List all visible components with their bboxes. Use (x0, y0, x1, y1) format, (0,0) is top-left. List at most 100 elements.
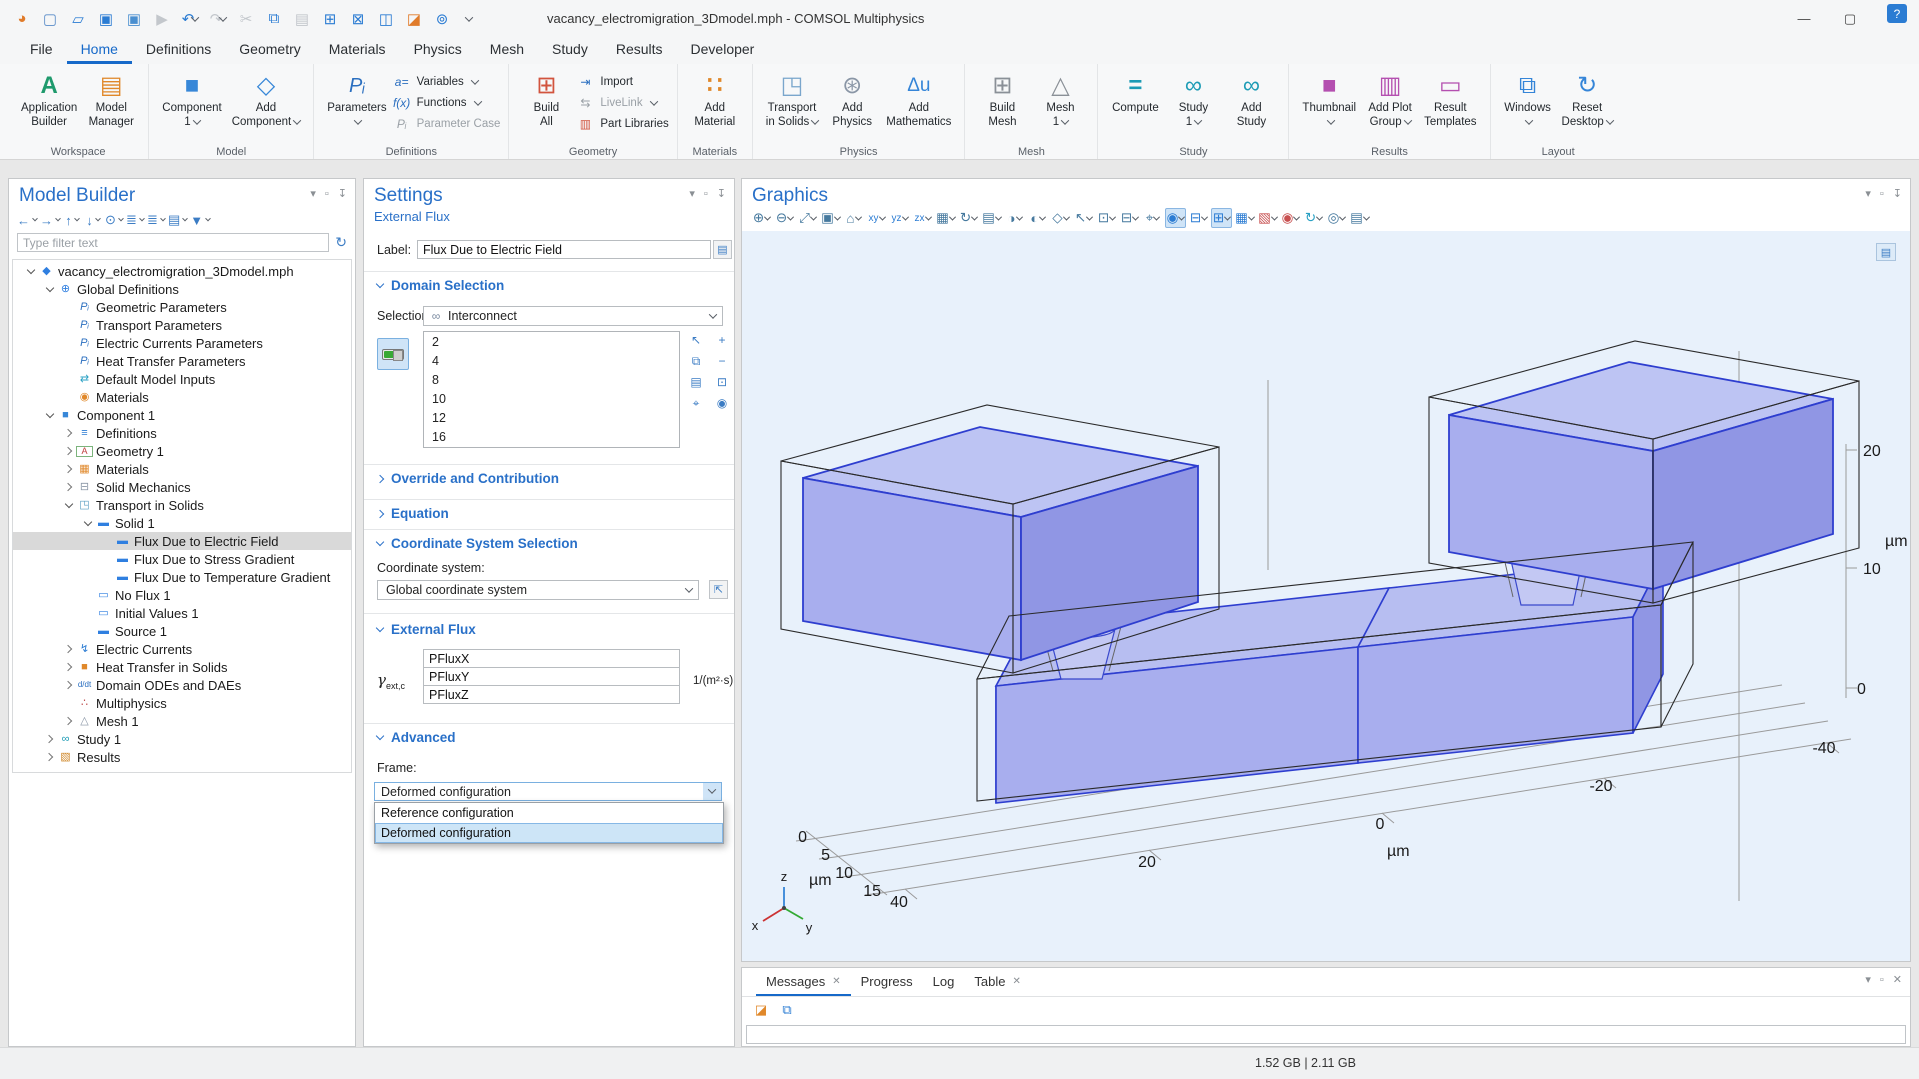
qat-icon[interactable]: ✂ (234, 7, 258, 31)
float-panel-icon[interactable]: ▫ (1880, 975, 1884, 986)
tree-item[interactable]: ⊟ Solid Mechanics (13, 478, 351, 496)
paste-icon[interactable]: ▤ (686, 373, 706, 391)
tab-progress[interactable]: Progress (851, 968, 923, 996)
dropdown-option[interactable]: Reference configuration (375, 803, 723, 823)
show-grid-icon[interactable]: ▦ (1234, 208, 1255, 228)
default-3d-view-icon[interactable]: ⌂ (843, 208, 864, 228)
qat-icon[interactable]: ▣ (122, 7, 146, 31)
add-material-button[interactable]: ∷ AddMaterial (686, 67, 744, 132)
tree-expander-icon[interactable] (44, 733, 57, 746)
tree-expander-icon[interactable] (44, 283, 57, 296)
compute-button[interactable]: = Compute (1106, 67, 1164, 118)
tree-expander-icon[interactable] (25, 265, 38, 278)
wireframe-icon[interactable]: ◇ (1050, 208, 1071, 228)
selection-dropdown[interactable]: ∞ Interconnect (423, 306, 723, 326)
tree-expander-icon[interactable] (63, 661, 76, 674)
tree-item[interactable]: Pᵢ Electric Currents Parameters (13, 334, 351, 352)
panel-menu-icon[interactable]: ▾ (1865, 975, 1871, 986)
messages-output-area[interactable] (746, 1025, 1906, 1044)
zoom-in-icon[interactable]: ⊕ (751, 208, 772, 228)
qat-icon[interactable]: ▣ (94, 7, 118, 31)
tree-item[interactable]: ◳ Transport in Solids (13, 496, 351, 514)
external-flux-z-input[interactable] (423, 685, 680, 704)
import-button[interactable]: ⇥Import (575, 73, 668, 91)
zx-view-icon[interactable]: zx (912, 208, 933, 228)
tree-item[interactable]: ▬ Flux Due to Electric Field (13, 532, 351, 550)
qat-icon[interactable]: ⊠ (346, 7, 370, 31)
dropdown-option[interactable]: Deformed configuration (375, 823, 723, 843)
deselect-icon[interactable]: ⊟ (1119, 208, 1140, 228)
panel-menu-icon[interactable]: ▾ (689, 189, 695, 200)
xy-view-icon[interactable]: xy (866, 208, 887, 228)
tree-expander-icon[interactable] (63, 319, 76, 332)
scene-settings-icon[interactable]: ▤ (981, 208, 1002, 228)
camera-icon[interactable]: ▦ (935, 208, 956, 228)
toolbar-icon[interactable]: ≣ (126, 211, 144, 229)
coordinate-system-dropdown[interactable]: Global coordinate system (377, 580, 699, 600)
menu-tab[interactable]: Definitions (132, 37, 225, 64)
tree-item[interactable]: ◉ Materials (13, 388, 351, 406)
qat-icon[interactable]: ↶ (178, 7, 202, 31)
coordinate-system-header[interactable]: Coordinate System Selection (377, 536, 578, 551)
panel-menu-icon[interactable]: ▾ (310, 189, 316, 200)
tree-expander-icon[interactable] (82, 607, 95, 620)
result-templates-button[interactable]: ▭ ResultTemplates (1419, 67, 1481, 132)
tree-item[interactable]: ∞ Study 1 (13, 730, 351, 748)
frame-dropdown[interactable]: Deformed configuration (374, 782, 722, 801)
tree-item[interactable]: Pᵢ Transport Parameters (13, 316, 351, 334)
add-mathematics-button[interactable]: Δu AddMathematics (881, 67, 956, 132)
tree-item[interactable]: ≡ Definitions (13, 424, 351, 442)
go-to-source-icon[interactable]: ⇱ (709, 580, 728, 599)
plot-tools-icon[interactable]: ▤ (1876, 243, 1896, 261)
split-horizontal-icon[interactable]: ⊟ (1188, 208, 1209, 228)
thumbnail-button[interactable]: ■ Thumbnail (1297, 67, 1361, 132)
select-icon[interactable]: ↖ (1073, 208, 1094, 228)
external-flux-x-input[interactable] (423, 649, 680, 668)
parameters-button[interactable]: Pᵢ Parameters (322, 67, 391, 132)
tree-expander-icon[interactable] (63, 679, 76, 692)
qat-icon[interactable]: ⊚ (430, 7, 454, 31)
close-panel-icon[interactable]: ✕ (1893, 975, 1902, 986)
tree-item[interactable]: ▦ Materials (13, 460, 351, 478)
tree-item[interactable]: A Geometry 1 (13, 442, 351, 460)
domain-selection-header[interactable]: Domain Selection (377, 278, 504, 293)
tree-expander-icon[interactable] (63, 481, 76, 494)
rotate-view-icon[interactable]: ↻ (958, 208, 979, 228)
tree-expander-icon[interactable] (63, 643, 76, 656)
yz-view-icon[interactable]: yz (889, 208, 910, 228)
tree-expander-icon[interactable] (82, 625, 95, 638)
study-1-button[interactable]: ∞ Study1 (1164, 67, 1222, 132)
panel-menu-icon[interactable]: ▾ (1865, 189, 1871, 200)
tab-messages[interactable]: Messages ✕ (756, 968, 851, 996)
zoom-extents-icon[interactable]: ⤢ (797, 208, 818, 228)
remove-icon[interactable]: − (712, 352, 732, 370)
tree-item[interactable]: ↯ Electric Currents (13, 640, 351, 658)
qat-icon[interactable]: ◕ (10, 7, 34, 31)
component-1-button[interactable]: ■ Component1 (157, 67, 226, 132)
float-panel-icon[interactable]: ▫ (325, 189, 329, 200)
livelink-button[interactable]: ⇆LiveLink (575, 94, 668, 112)
qat-icon[interactable]: ▶ (150, 7, 174, 31)
tree-expander-icon[interactable] (63, 697, 76, 710)
menu-tab[interactable]: Home (67, 37, 132, 64)
qat-icon[interactable]: ◪ (402, 7, 426, 31)
update-plot-icon[interactable]: ↻ (1303, 208, 1324, 228)
refresh-icon[interactable]: ↻ (335, 234, 347, 251)
part-libraries-button[interactable]: ▥Part Libraries (575, 115, 668, 133)
tree-expander-icon[interactable] (63, 373, 76, 386)
tree-expander-icon[interactable] (63, 301, 76, 314)
windows-button[interactable]: ⧉ Windows (1499, 67, 1557, 132)
tree-item[interactable]: ▬ Source 1 (13, 622, 351, 640)
tab-log[interactable]: Log (923, 968, 965, 996)
domain-list-item[interactable]: 4 (424, 352, 679, 371)
close-tab-icon[interactable]: ✕ (1012, 976, 1020, 987)
float-panel-icon[interactable]: ▫ (1880, 189, 1884, 200)
tree-item[interactable]: ⊕ Global Definitions (13, 280, 351, 298)
zoom-selection-icon[interactable]: ⌖ (686, 394, 706, 412)
toolbar-icon[interactable]: ↓ (84, 211, 102, 229)
model-manager-button[interactable]: ▤ ModelManager (82, 67, 140, 132)
functions-button[interactable]: f(x)Functions (392, 94, 501, 112)
tab-table[interactable]: Table ✕ (964, 968, 1030, 996)
add-icon[interactable]: + (712, 331, 732, 349)
toolbar-icon[interactable]: ⊙ (105, 211, 123, 229)
